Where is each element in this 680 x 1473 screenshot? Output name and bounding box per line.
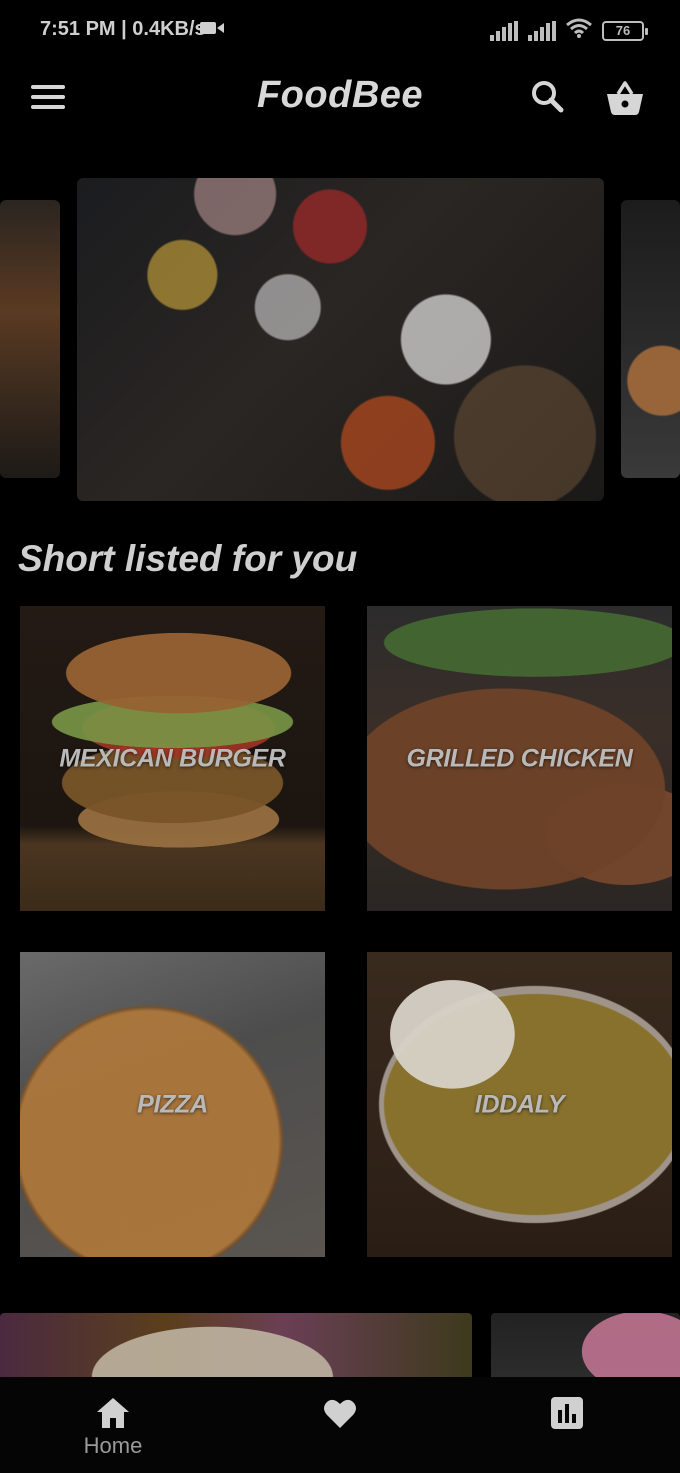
bar-chart-icon [551, 1397, 583, 1429]
food-card-mexican-burger[interactable]: MEXICAN BURGER [20, 606, 325, 911]
nav-label-home: Home [83, 1433, 143, 1458]
food-card-label: PIZZA [137, 1090, 208, 1118]
food-card-pizza[interactable]: PIZZA [20, 952, 325, 1257]
search-icon [532, 81, 564, 113]
search-button[interactable] [528, 78, 568, 118]
status-time: 7:51 PM | 0.4KB/s [40, 18, 206, 40]
food-card-label: MEXICAN BURGER [59, 744, 286, 772]
video-camera-icon [200, 20, 224, 41]
food-card-label: GRILLED CHICKEN [406, 744, 633, 772]
nav-item-favorites[interactable] [297, 1377, 383, 1473]
wifi-icon [566, 18, 592, 43]
carousel-image-partial[interactable] [491, 1313, 680, 1377]
carousel-image-partial[interactable] [0, 1313, 472, 1377]
banner-image-previous[interactable] [0, 200, 60, 478]
app-title: FoodBee [256, 74, 424, 116]
status-icons: 76 [200, 18, 648, 43]
banner-carousel[interactable] [0, 178, 680, 502]
basket-icon [607, 81, 643, 115]
cell-signal-icon [528, 20, 556, 41]
food-card-grilled-chicken[interactable]: GRILLED CHICKEN [367, 606, 672, 911]
section-title: Short listed for you [18, 538, 358, 579]
banner-image-spices[interactable] [77, 178, 604, 501]
nav-item-stats[interactable] [524, 1377, 610, 1473]
food-card-iddaly[interactable]: IDDALY [367, 952, 672, 1257]
status-bar: 7:51 PM | 0.4KB/s 76 [0, 0, 680, 60]
app-bar: FoodBee [0, 60, 680, 136]
home-icon [97, 1398, 129, 1428]
banner-image-next[interactable] [621, 200, 680, 478]
food-card-label: IDDALY [474, 1090, 565, 1118]
cart-button[interactable] [604, 78, 644, 118]
battery-icon: 76 [602, 20, 648, 41]
battery-level: 76 [615, 23, 631, 38]
nav-item-home[interactable]: Home [70, 1377, 156, 1473]
bottom-navigation: Home [0, 1377, 680, 1473]
cell-signal-icon [490, 20, 518, 41]
heart-icon [324, 1399, 356, 1428]
